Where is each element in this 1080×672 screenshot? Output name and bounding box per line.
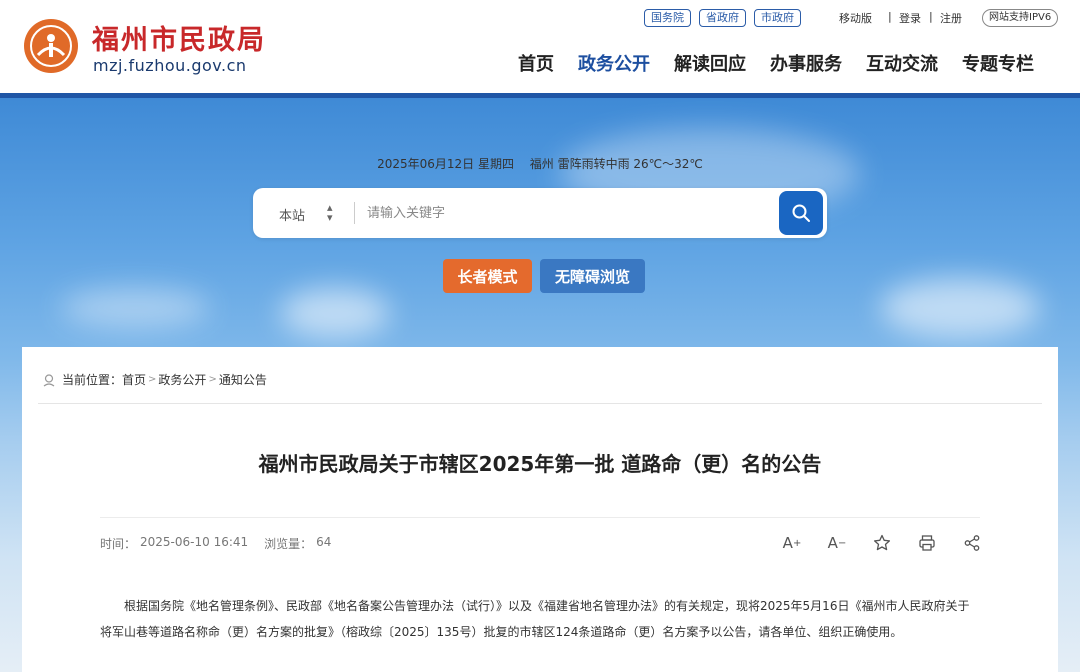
register-link[interactable]: 注册 xyxy=(940,10,962,26)
elder-mode-button[interactable]: 长者模式 xyxy=(443,259,532,293)
search-icon xyxy=(792,204,810,222)
search-scope-select[interactable]: 本站 xyxy=(279,205,305,224)
nav-topics[interactable]: 专题专栏 xyxy=(962,50,1034,76)
time-value: 2025-06-10 16:41 xyxy=(140,535,249,549)
site-url: mzj.fuzhou.gov.cn xyxy=(93,56,247,75)
main-nav: 首页 政务公开 解读回应 办事服务 互动交流 专题专栏 xyxy=(518,50,1034,76)
search-divider xyxy=(354,202,355,224)
breadcrumb-gov-affairs[interactable]: 政务公开 xyxy=(158,371,206,388)
link-city-gov[interactable]: 市政府 xyxy=(754,9,801,27)
site-title[interactable]: 福州市民政局 xyxy=(92,18,266,57)
breadcrumb-prefix: 当前位置： xyxy=(62,373,123,387)
title-divider xyxy=(100,517,980,518)
site-header: 福州市民政局 mzj.fuzhou.gov.cn 国务院 省政府 市政府 移动版… xyxy=(0,0,1080,93)
views-value: 64 xyxy=(316,535,332,549)
cloud xyxy=(880,278,1040,338)
print-icon[interactable] xyxy=(915,531,939,555)
article-card: 当前位置： 首页 > 政务公开 > 通知公告 福州市民政局关于市辖区2025年第… xyxy=(22,347,1058,672)
article-tools: A + A − xyxy=(780,531,984,555)
article-meta: 时间： 2025-06-10 16:41 浏览量： 64 xyxy=(100,535,335,552)
font-decrease-icon[interactable]: A − xyxy=(825,531,849,555)
nav-interaction[interactable]: 互动交流 xyxy=(866,50,938,76)
search-button[interactable] xyxy=(779,191,823,235)
link-state-council[interactable]: 国务院 xyxy=(644,9,691,27)
breadcrumb: 当前位置： 首页 > 政务公开 > 通知公告 xyxy=(42,371,267,388)
breadcrumb-home[interactable]: 首页 xyxy=(122,371,146,388)
article-body: 根据国务院《地名管理条例》、民政部《地名备案公告管理办法（试行）》以及《福建省地… xyxy=(100,599,970,639)
nav-home[interactable]: 首页 xyxy=(518,50,554,76)
separator: | xyxy=(888,10,892,23)
share-icon[interactable] xyxy=(960,531,984,555)
breadcrumb-notices[interactable]: 通知公告 xyxy=(219,371,267,388)
link-province-gov[interactable]: 省政府 xyxy=(699,9,746,27)
views-label: 浏览量： xyxy=(264,537,313,551)
nav-gov-affairs[interactable]: 政务公开 xyxy=(578,50,650,76)
font-increase-icon[interactable]: A + xyxy=(780,531,804,555)
date-weather: 2025年06月12日 星期四 福州 雷阵雨转中雨 26℃～32℃ xyxy=(377,157,703,171)
search-bar: 本站 ▴ ▾ xyxy=(253,188,827,238)
mobile-link[interactable]: 移动版 xyxy=(839,10,872,26)
emblem-logo-icon[interactable] xyxy=(24,19,78,73)
sort-arrows-icon[interactable]: ▴ ▾ xyxy=(327,202,333,223)
breadcrumb-separator: > xyxy=(148,374,157,385)
gov-links: 国务院 省政府 市政府 xyxy=(644,9,809,27)
ipv6-badge: 网站支持IPV6 xyxy=(982,9,1059,27)
login-link[interactable]: 登录 xyxy=(899,10,921,26)
breadcrumb-divider xyxy=(38,403,1042,404)
search-input[interactable] xyxy=(367,201,767,225)
cloud xyxy=(60,288,210,328)
cloud xyxy=(280,288,390,338)
nav-services[interactable]: 办事服务 xyxy=(770,50,842,76)
star-icon[interactable] xyxy=(870,531,894,555)
time-label: 时间： xyxy=(100,537,137,551)
breadcrumb-separator: > xyxy=(208,374,217,385)
article-title: 福州市民政局关于市辖区2025年第一批 道路命（更）名的公告 xyxy=(258,452,822,476)
accessible-browse-button[interactable]: 无障碍浏览 xyxy=(540,259,645,293)
location-icon xyxy=(43,373,55,386)
separator: | xyxy=(929,10,933,23)
nav-interpretation[interactable]: 解读回应 xyxy=(674,50,746,76)
